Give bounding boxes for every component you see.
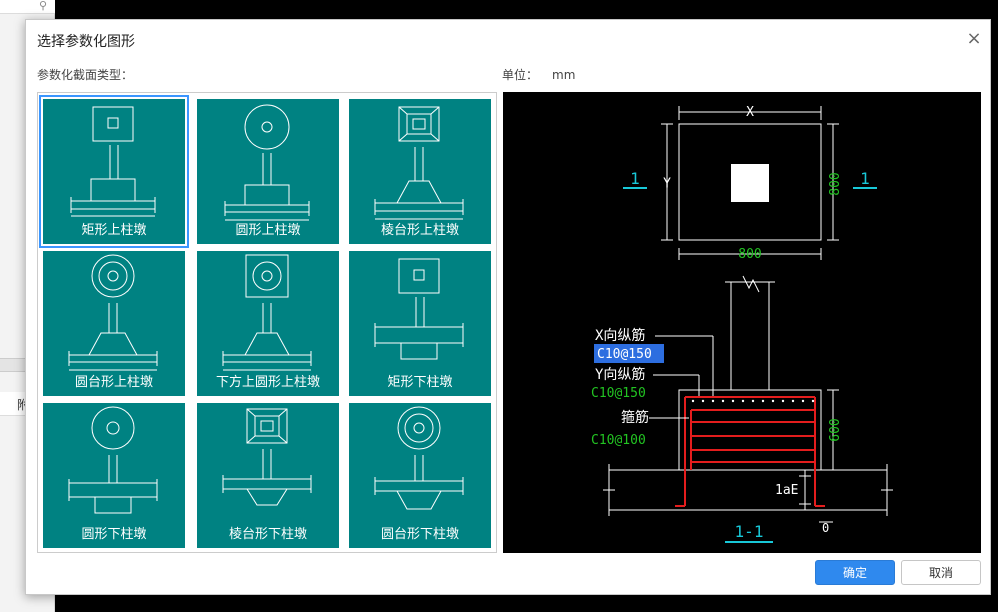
- plan-column: [731, 164, 769, 202]
- shape-tile-circle-upper[interactable]: 圆形上柱墩: [197, 99, 339, 244]
- x-rebar-label: X向纵筋: [595, 327, 645, 344]
- shape-tile-cone-lower[interactable]: 圆台形下柱墩: [349, 403, 491, 548]
- cancel-button[interactable]: 取消: [901, 560, 981, 585]
- dim-600: 600: [828, 418, 843, 441]
- shape-label: 矩形下柱墩: [387, 375, 453, 390]
- dialog-title: 选择参数化图形: [37, 34, 135, 50]
- section-mark-left: 1: [630, 169, 640, 188]
- shape-tile-circle-lower[interactable]: 圆形下柱墩: [43, 403, 185, 548]
- dim-0: 0: [822, 521, 829, 535]
- shape-tile-frustum-upper[interactable]: 棱台形上柱墩: [349, 99, 491, 244]
- unit-label: 单位： mm: [502, 68, 576, 82]
- search-icon: ⚲: [38, 0, 47, 12]
- shape-label: 下方上圆形上柱墩: [215, 375, 320, 390]
- background-search-box[interactable]: ⚲: [0, 0, 55, 14]
- section-view: [603, 275, 893, 523]
- dim-800-bottom: 800: [738, 247, 761, 262]
- section-mark-right: 1: [860, 169, 870, 188]
- dim-800-right: 800: [828, 172, 843, 195]
- shape-label: 圆形上柱墩: [235, 223, 301, 238]
- shape-label: 圆台形上柱墩: [74, 375, 153, 390]
- shape-label: 棱台形下柱墩: [228, 527, 307, 542]
- rebar-dots: [691, 399, 815, 403]
- stirrup-value: C10@100: [591, 433, 646, 448]
- shape-tile-square-circle-upper[interactable]: 下方上圆形上柱墩: [197, 251, 339, 396]
- shape-label: 棱台形上柱墩: [380, 223, 459, 238]
- ok-button[interactable]: 确定: [815, 560, 895, 585]
- shape-tile-frustum-lower[interactable]: 棱台形下柱墩: [197, 403, 339, 548]
- unit-value: mm: [552, 68, 576, 82]
- x-rebar-value: C10@150: [597, 347, 652, 362]
- section-types-label: 参数化截面类型：: [37, 68, 134, 82]
- dim-y: Y: [663, 177, 671, 192]
- y-rebar-value: C10@150: [591, 386, 646, 401]
- shape-tile-cone-upper[interactable]: 圆台形上柱墩: [43, 251, 185, 396]
- rebar-cage: [675, 396, 825, 507]
- shape-tile-rect-lower[interactable]: 矩形下柱墩: [349, 251, 491, 396]
- shape-label: 圆形下柱墩: [81, 527, 147, 542]
- pier-drawing: X Y 800 800 1 1 X向纵筋 C10@150 Y向纵筋 C10@15…: [591, 105, 893, 543]
- shape-grid: 矩形上柱墩 圆形上柱墩 棱台形上柱墩 圆台形上柱墩 下方上圆形上柱墩 矩形下柱墩…: [37, 92, 497, 553]
- close-icon[interactable]: ×: [964, 29, 984, 49]
- section-title: 1-1: [735, 522, 764, 541]
- shape-tile-rect-upper[interactable]: 矩形上柱墩: [39, 95, 189, 248]
- dim-lae: 1aE: [775, 483, 798, 498]
- shape-label: 矩形上柱墩: [81, 223, 147, 238]
- shape-label: 圆台形下柱墩: [380, 527, 459, 542]
- select-parametric-shape-dialog: 选择参数化图形 × 参数化截面类型： 单位： mm 矩形上柱墩 圆形上柱墩 棱台…: [25, 19, 991, 595]
- dim-x: X: [746, 105, 754, 120]
- stirrup-label: 箍筋: [621, 409, 649, 426]
- cad-preview: X Y 800 800 1 1 X向纵筋 C10@150 Y向纵筋 C10@15…: [503, 92, 981, 553]
- y-rebar-label: Y向纵筋: [595, 366, 645, 383]
